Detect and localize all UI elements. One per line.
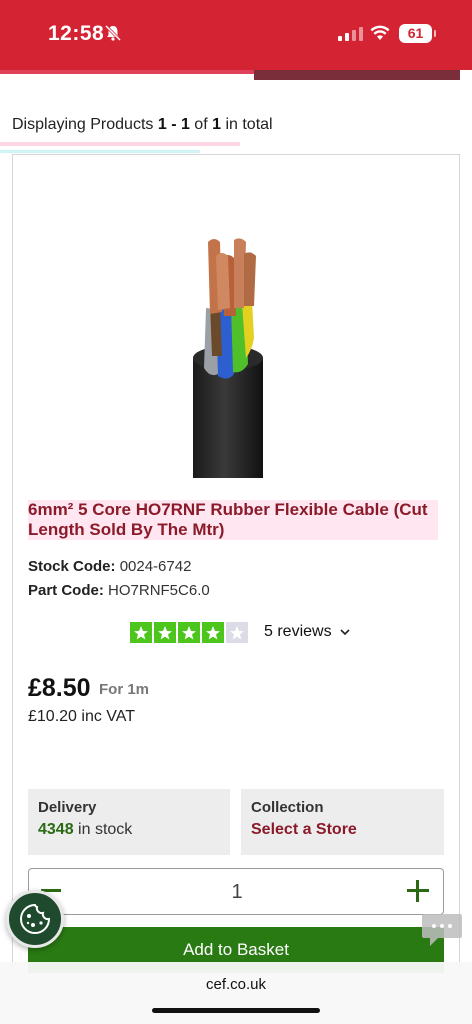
star-icon [154,622,176,643]
home-indicator[interactable] [152,1008,320,1013]
part-code: Part Code: HO7RNF5C6.0 [28,582,210,599]
bell-muted-icon [104,24,122,42]
status-time: 12:58 [48,22,105,45]
url-text[interactable]: cef.co.uk [0,976,472,993]
results-summary: Displaying Products 1 - 1 of 1 in total [12,116,273,133]
divider [0,142,240,146]
price-unit: For 1m [99,681,150,698]
browser-address-bar[interactable]: cef.co.uk [0,962,472,1024]
star-rating [130,622,250,643]
delivery-box: Delivery 4348 in stock [28,789,230,855]
wifi-icon [370,25,390,40]
cookie-icon [20,903,51,934]
divider [0,150,200,153]
stock-status: 4348 in stock [38,821,133,838]
price-inc-vat: £10.20 inc VAT [28,708,136,725]
star-icon [130,622,152,643]
star-icon [226,622,248,643]
star-icon [178,622,200,643]
reviews-link[interactable]: 5 reviews [264,623,350,641]
chat-icon[interactable] [420,912,464,950]
delivery-heading: Delivery [38,799,97,816]
quantity-input[interactable]: 1 [29,881,445,904]
cookie-settings-button[interactable] [6,890,64,948]
stock-code: Stock Code: 0024-6742 [28,558,192,575]
chevron-down-icon [340,629,350,636]
quantity-stepper[interactable]: 1 [28,868,444,915]
collection-heading: Collection [251,799,324,816]
star-icon [202,622,224,643]
status-bar: 12:58 61 [0,0,472,70]
select-store-link[interactable]: Select a Store [251,821,434,839]
battery-indicator: 61 [399,24,436,43]
product-title[interactable]: 6mm² 5 Core HO7RNF Rubber Flexible Cable… [28,500,438,540]
product-codes: Stock Code: 0024-6742 Part Code: HO7RNF5… [28,555,210,603]
signal-icon [338,27,363,41]
cable-icon[interactable] [176,228,280,480]
header-strip [0,70,472,80]
plus-icon[interactable] [407,880,429,902]
price: £8.50 [28,674,91,702]
collection-box[interactable]: Collection Select a Store [241,789,444,855]
